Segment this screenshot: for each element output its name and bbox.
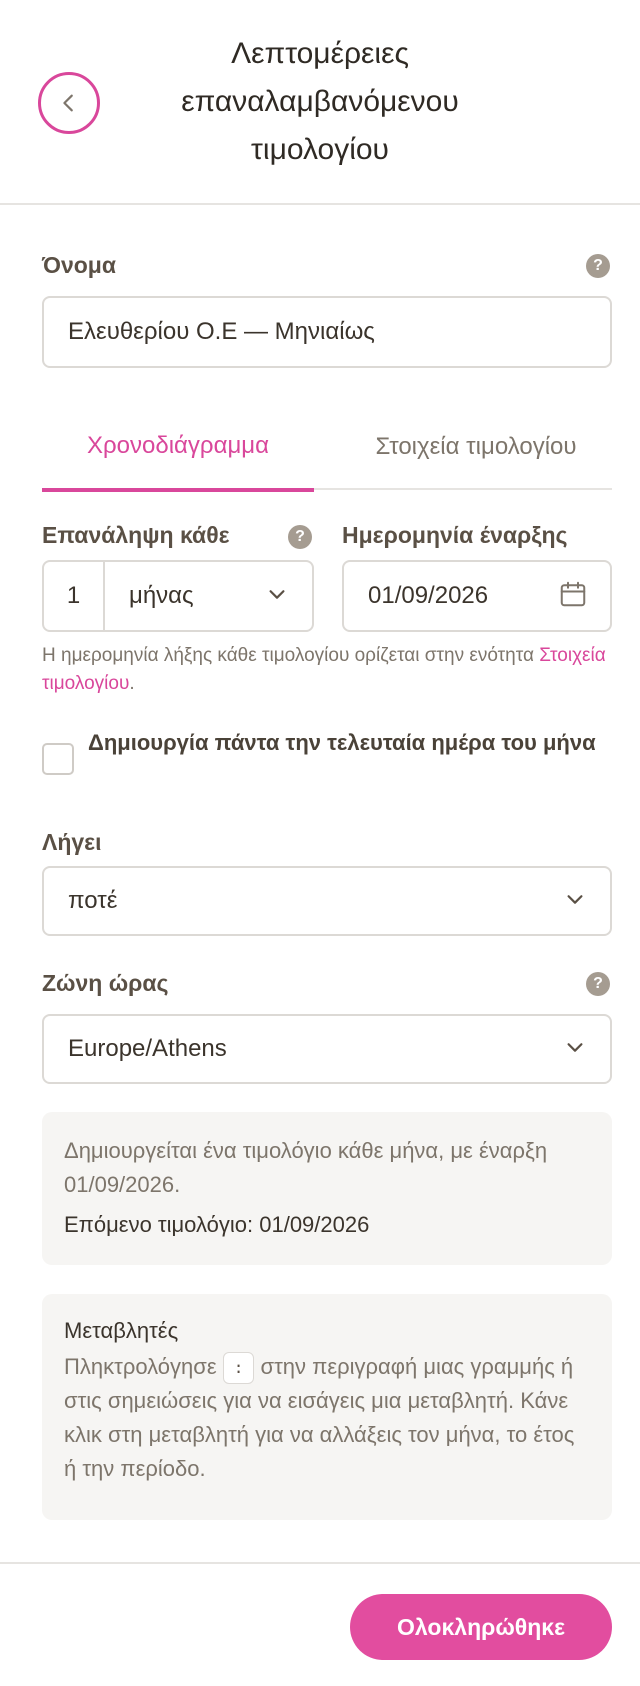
- timezone-select[interactable]: Europe/Athens: [42, 1014, 612, 1084]
- tab-invoice-details[interactable]: Στοιχεία τιμολογίου: [340, 404, 612, 490]
- start-date-label: Ημερομηνία έναρξης: [342, 522, 568, 548]
- expires-select[interactable]: ποτέ: [42, 866, 612, 936]
- chevron-down-icon: [564, 888, 586, 915]
- name-help-icon[interactable]: ?: [586, 254, 610, 278]
- header: Λεπτομέρειες επαναλαμβανόμενου τιμολογίο…: [0, 0, 640, 205]
- name-label: Όνομα: [42, 252, 117, 278]
- back-button[interactable]: [38, 72, 100, 134]
- chevron-down-icon: [564, 1036, 586, 1063]
- end-date-hint: Η ημερομηνία λήξης κάθε τιμολογίου ορίζε…: [42, 645, 606, 694]
- variables-title: Μεταβλητές: [64, 1318, 179, 1343]
- repeat-count-input[interactable]: 1: [44, 562, 105, 630]
- tabs: Χρονοδιάγραμμα Στοιχεία τιμολογίου: [42, 404, 612, 492]
- last-day-checkbox-label[interactable]: Δημιουργία πάντα την τελευταία ημέρα του…: [88, 726, 608, 760]
- last-day-checkbox[interactable]: [42, 743, 74, 775]
- chevron-down-icon: [266, 583, 288, 610]
- schedule-summary: Δημιουργείται ένα τιμολόγιο κάθε μήνα, μ…: [42, 1112, 612, 1265]
- calendar-icon[interactable]: [558, 579, 588, 614]
- next-invoice-text: Επόμενο τιμολόγιο: 01/09/2026: [64, 1212, 370, 1237]
- repeat-help-icon[interactable]: ?: [288, 525, 312, 549]
- expires-label: Λήγει: [42, 829, 102, 855]
- timezone-label: Ζώνη ώρας: [42, 970, 169, 996]
- timezone-help-icon[interactable]: ?: [586, 972, 610, 996]
- start-date-input[interactable]: 01/09/2026: [342, 560, 612, 632]
- variables-box: Μεταβλητές Πληκτρολόγησε : στην περιγραφ…: [42, 1294, 612, 1520]
- chevron-left-icon: [63, 94, 73, 112]
- name-input[interactable]: Ελευθερίου Ο.Ε — Μηνιαίως: [42, 296, 612, 368]
- tab-schedule[interactable]: Χρονοδιάγραμμα: [42, 404, 314, 492]
- name-input-value: Ελευθερίου Ο.Ε — Μηνιαίως: [68, 318, 375, 345]
- repeat-unit-select[interactable]: μήνας: [105, 562, 312, 630]
- page-title: Λεπτομέρειες επαναλαμβανόμενου τιμολογίο…: [181, 37, 459, 166]
- done-button[interactable]: Ολοκληρώθηκε: [350, 1594, 612, 1660]
- variables-text: Πληκτρολόγησε : στην περιγραφή μιας γραμ…: [64, 1352, 575, 1482]
- summary-text: Δημιουργείται ένα τιμολόγιο κάθε μήνα, μ…: [64, 1138, 548, 1197]
- footer: Ολοκληρώθηκε: [0, 1562, 640, 1686]
- repeat-group: 1 μήνας: [42, 560, 314, 632]
- colon-key: :: [222, 1352, 255, 1385]
- repeat-label: Επανάληψη κάθε: [42, 522, 230, 548]
